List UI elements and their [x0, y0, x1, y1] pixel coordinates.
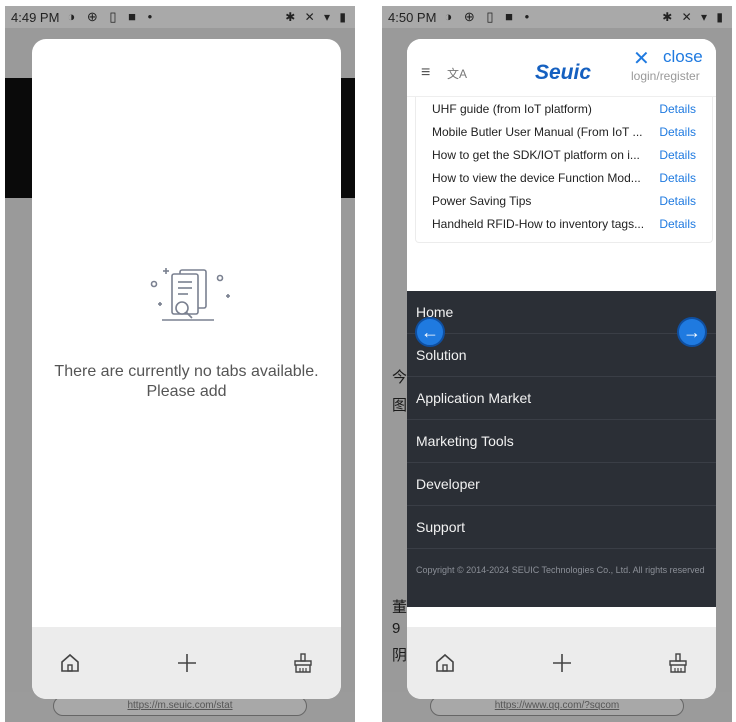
guide-title: How to view the device Function Mod...: [432, 170, 641, 185]
close-button[interactable]: close: [663, 47, 703, 67]
status-icons: ◑ ⊕ ▯ ■ •: [67, 9, 157, 24]
tabs-toolbar: [407, 627, 716, 699]
background-text: 董: [392, 599, 408, 616]
background-text: 今: [392, 369, 408, 386]
status-icons: ◑ ⊕ ▯ ■ •: [444, 9, 534, 24]
plus-icon[interactable]: [548, 649, 576, 677]
menu-item-home[interactable]: Home: [407, 291, 716, 334]
empty-state: There are currently no tabs available. P…: [32, 264, 341, 402]
page-sheet: ≡ 文A Seuic ✕ close login/register UHF gu…: [407, 39, 716, 699]
menu-item-support[interactable]: Support: [407, 506, 716, 549]
copyright-text: Copyright © 2014-2024 SEUIC Technologies…: [416, 565, 705, 575]
url-bar[interactable]: https://m.seuic.com/stat: [53, 696, 307, 716]
background-text: 图: [392, 397, 408, 414]
details-link[interactable]: Details: [659, 171, 696, 185]
status-time: 4:50 PM: [388, 9, 437, 25]
status-time: 4:49 PM: [11, 9, 60, 25]
details-link[interactable]: Details: [659, 125, 696, 139]
tabs-toolbar: [32, 627, 341, 699]
url-bar[interactable]: https://www.qq.com/?sqcom: [430, 696, 684, 716]
guide-list: UHF guide (from IoT platform) Details Mo…: [415, 97, 713, 243]
login-register-link[interactable]: login/register: [631, 69, 700, 83]
plus-icon[interactable]: [173, 649, 201, 677]
home-icon[interactable]: [431, 649, 459, 677]
menu-icon[interactable]: ≡: [421, 64, 430, 82]
close-icon[interactable]: ✕: [633, 46, 650, 71]
list-item: How to view the device Function Mod... D…: [416, 166, 712, 189]
menu-item-marketing-tools[interactable]: Marketing Tools: [407, 420, 716, 463]
details-link[interactable]: Details: [659, 102, 696, 116]
list-item: Handheld RFID-How to inventory tags... D…: [416, 212, 712, 235]
list-item: UHF guide (from IoT platform) Details: [416, 97, 712, 120]
status-bar: 4:49 PM ◑ ⊕ ▯ ■ • ✱ ✕ ▾ ▮: [5, 6, 355, 28]
home-icon[interactable]: [56, 649, 84, 677]
menu-item-solution[interactable]: Solution: [407, 334, 716, 377]
left-phone: 4:49 PM ◑ ⊕ ▯ ■ • ✱ ✕ ▾ ▮ https://m.seui…: [5, 6, 355, 722]
clear-icon[interactable]: [664, 649, 692, 677]
background-text: 9: [392, 620, 401, 637]
tabs-sheet: There are currently no tabs available. P…: [32, 39, 341, 699]
translate-icon[interactable]: 文A: [447, 65, 467, 82]
arrow-right-icon[interactable]: →: [677, 317, 707, 347]
empty-message: There are currently no tabs available. P…: [54, 363, 319, 400]
site-logo: Seuic: [535, 61, 592, 84]
details-link[interactable]: Details: [659, 217, 696, 231]
status-right-icons: ✱ ✕ ▾ ▮: [285, 10, 349, 24]
right-phone: 4:50 PM ◑ ⊕ ▯ ■ • ✱ ✕ ▾ ▮ 今 图 董 9 阴 http…: [382, 6, 732, 722]
guide-title: How to get the SDK/IOT platform on i...: [432, 147, 640, 162]
guide-title: Handheld RFID-How to inventory tags...: [432, 216, 645, 231]
site-header: ≡ 文A Seuic ✕ close login/register: [407, 39, 716, 97]
list-item: Power Saving Tips Details: [416, 189, 712, 212]
guide-title: Power Saving Tips: [432, 193, 532, 208]
menu-item-developer[interactable]: Developer: [407, 463, 716, 506]
clear-icon[interactable]: [289, 649, 317, 677]
status-right-icons: ✱ ✕ ▾ ▮: [662, 10, 726, 24]
details-link[interactable]: Details: [659, 194, 696, 208]
arrow-left-icon[interactable]: ←: [415, 317, 445, 347]
status-bar: 4:50 PM ◑ ⊕ ▯ ■ • ✱ ✕ ▾ ▮: [382, 6, 732, 28]
empty-document-icon: [150, 268, 230, 321]
guide-title: UHF guide (from IoT platform): [432, 101, 592, 116]
details-link[interactable]: Details: [659, 148, 696, 162]
list-item: How to get the SDK/IOT platform on i... …: [416, 143, 712, 166]
site-menu: Home Solution Application Market Marketi…: [407, 291, 716, 607]
list-item: Mobile Butler User Manual (From IoT ... …: [416, 120, 712, 143]
guide-title: Mobile Butler User Manual (From IoT ...: [432, 124, 643, 139]
menu-item-application-market[interactable]: Application Market: [407, 377, 716, 420]
background-text: 阴: [392, 647, 408, 664]
